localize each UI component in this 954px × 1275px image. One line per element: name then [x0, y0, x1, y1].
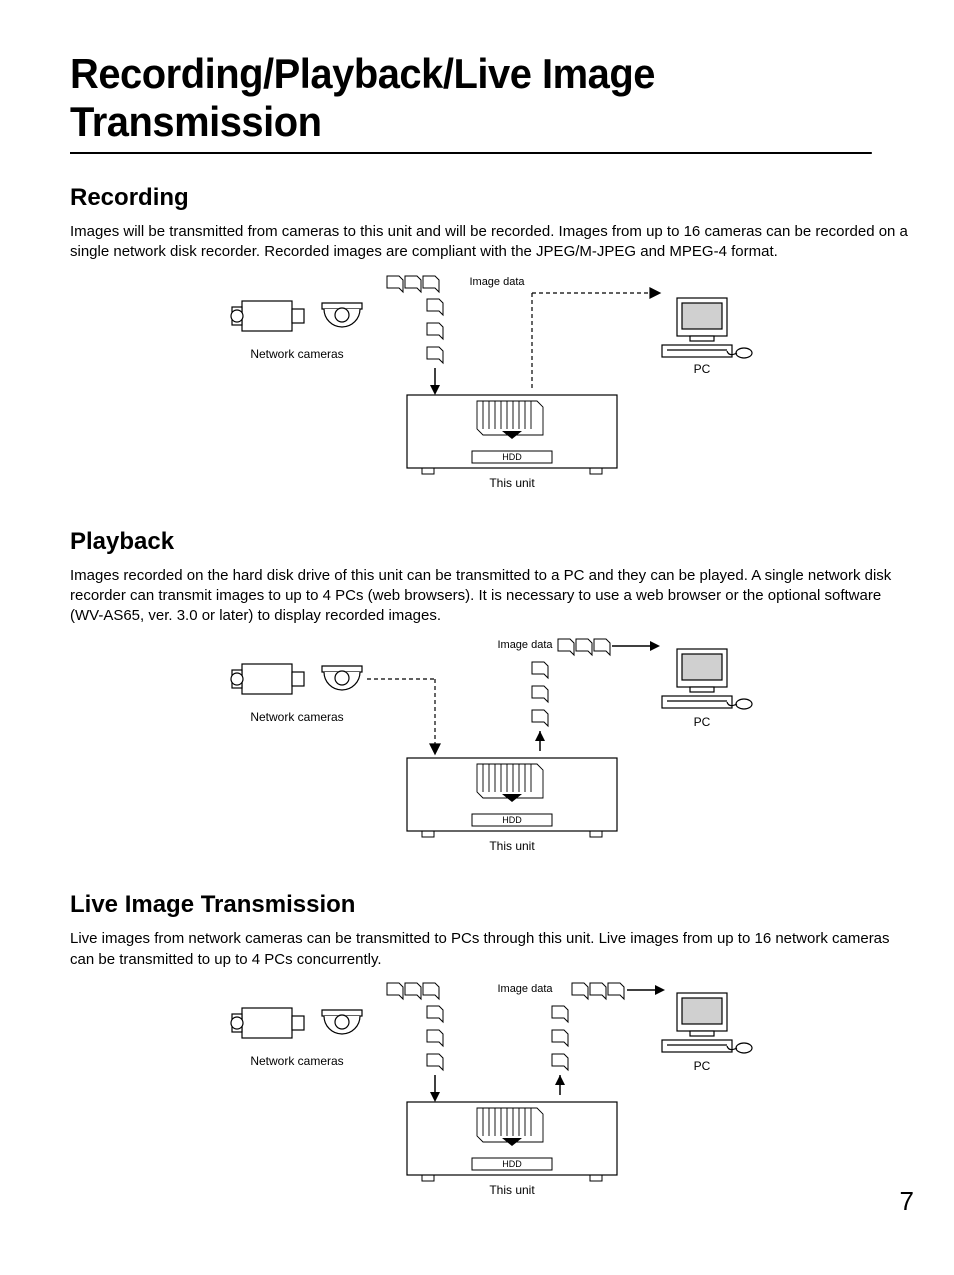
- label-hdd-2: HDD: [502, 815, 522, 825]
- playback-body: Images recorded on the hard disk drive o…: [70, 566, 914, 627]
- label-this-unit-3: This unit: [489, 1183, 535, 1197]
- recording-body: Images will be transmitted from cameras …: [70, 222, 914, 263]
- section-live: Live Image Transmission Live images from…: [70, 891, 914, 1205]
- page-number: 7: [900, 1186, 914, 1217]
- label-network-cameras-3: Network cameras: [250, 1054, 343, 1068]
- recording-heading: Recording: [70, 184, 914, 212]
- label-network-cameras-2: Network cameras: [250, 710, 343, 724]
- label-pc-3: PC: [694, 1059, 711, 1073]
- live-diagram: Network cameras Image data: [212, 980, 772, 1205]
- playback-heading: Playback: [70, 528, 914, 556]
- live-heading: Live Image Transmission: [70, 891, 914, 919]
- section-playback: Playback Images recorded on the hard dis…: [70, 528, 914, 862]
- label-image-data-3: Image data: [497, 983, 553, 995]
- recording-diagram: Network cameras Image data: [212, 273, 772, 498]
- label-image-data-2: Image data: [497, 639, 553, 651]
- label-hdd-1: HDD: [502, 452, 522, 462]
- label-this-unit-2: This unit: [489, 839, 535, 853]
- label-hdd-3: HDD: [502, 1159, 522, 1169]
- label-network-cameras: Network cameras: [250, 347, 343, 361]
- playback-diagram: Network cameras Image data: [212, 636, 772, 861]
- live-body: Live images from network cameras can be …: [70, 929, 914, 970]
- label-pc-2: PC: [694, 715, 711, 729]
- label-pc-1: PC: [694, 362, 711, 376]
- label-image-data-1: Image data: [469, 276, 525, 288]
- label-this-unit-1: This unit: [489, 476, 535, 490]
- section-recording: Recording Images will be transmitted fro…: [70, 184, 914, 498]
- page-title: Recording/Playback/Live Image Transmissi…: [70, 50, 872, 154]
